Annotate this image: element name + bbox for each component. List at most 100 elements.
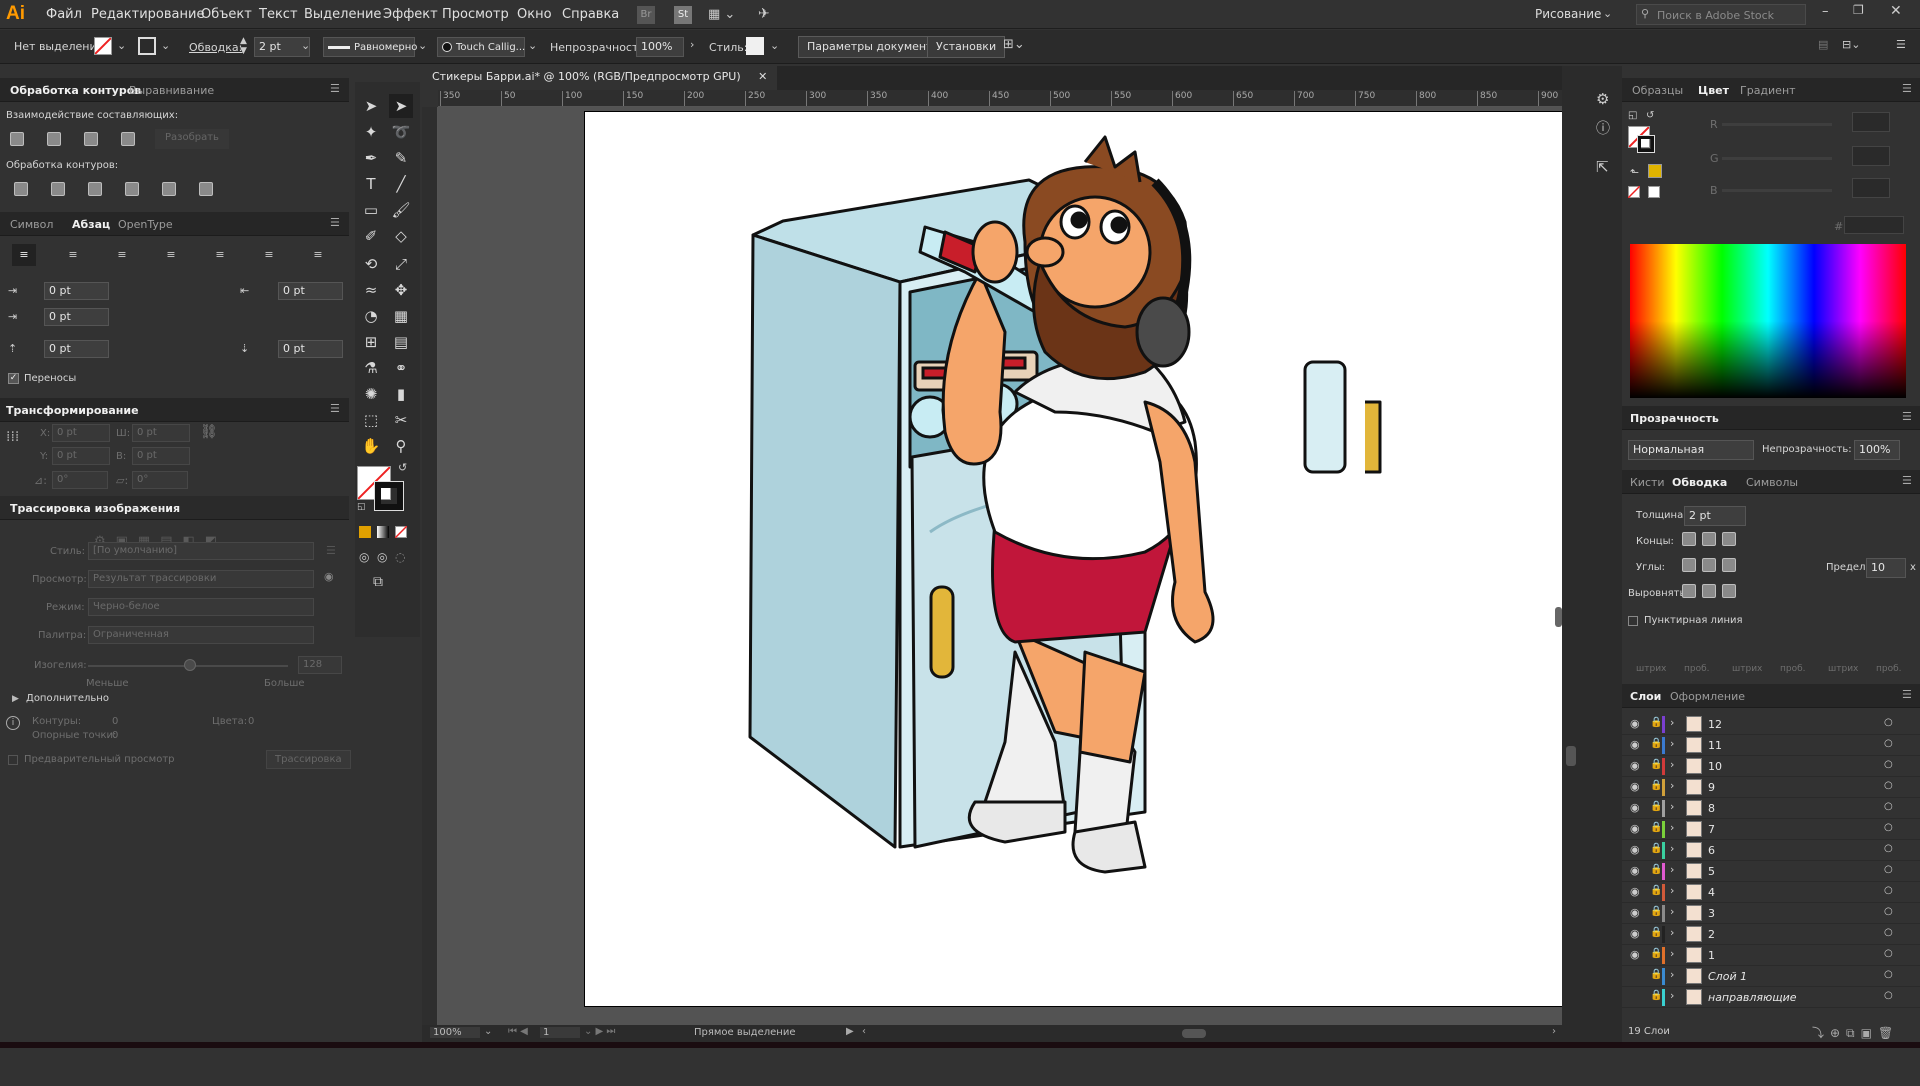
align-right-icon[interactable]: ≡ <box>110 244 134 266</box>
target-icon[interactable]: ○ <box>1884 885 1893 896</box>
chevron-right-icon[interactable]: › <box>1670 989 1674 1002</box>
blend-tool-icon[interactable]: ⚭ <box>389 356 413 380</box>
slice-tool-icon[interactable]: ✂ <box>389 408 413 432</box>
chevron-right-icon[interactable]: › <box>1670 947 1674 960</box>
layer-actions-icon[interactable]: ⤵⊕⧉▣🗑 <box>1812 1024 1899 1041</box>
first-line-indent-field[interactable]: 0 pt <box>44 308 109 326</box>
layer-row[interactable]: ◉ 🔒 › 2 ○ <box>1622 924 1920 945</box>
transform-title[interactable]: Трансформирование <box>6 404 139 417</box>
eye-icon[interactable]: ◉ <box>1630 801 1640 814</box>
layer-row[interactable]: ◉ 🔒 › 4 ○ <box>1622 882 1920 903</box>
menu-view[interactable]: Просмотр <box>442 7 509 22</box>
divide-icon[interactable] <box>14 182 28 196</box>
trace-view-select[interactable]: Результат трассировки <box>88 570 314 588</box>
trace-palette-select[interactable]: Ограниченная <box>88 626 314 644</box>
scroll-right-icon[interactable]: › <box>1552 1026 1556 1037</box>
graphic-style-swatch[interactable] <box>746 37 764 55</box>
gamut-swatch[interactable] <box>1648 164 1662 178</box>
crop-icon[interactable] <box>125 182 139 196</box>
tab-gradient[interactable]: Градиент <box>1740 84 1796 97</box>
minus-front-icon[interactable] <box>47 132 61 146</box>
document-tab[interactable]: Стикеры Барри.ai* @ 100% (RGB/Предпросмо… <box>422 66 778 90</box>
h-field[interactable]: 0 pt <box>132 447 190 465</box>
chevron-down-icon[interactable]: ⌄ <box>484 1026 492 1037</box>
stroke-swatch[interactable] <box>138 37 156 55</box>
layer-name[interactable]: 6 <box>1708 844 1715 857</box>
line-tool-icon[interactable]: ╱ <box>389 172 413 196</box>
unite-icon[interactable] <box>10 132 24 146</box>
panel-menu-icon[interactable]: ☰ <box>1902 474 1912 487</box>
isolate-icon[interactable]: ⊟⌄ <box>1842 38 1860 51</box>
expand-button[interactable]: Разобрать <box>155 129 229 149</box>
trace-advanced[interactable]: Дополнительно <box>26 693 109 704</box>
lock-icon[interactable]: 🔒 <box>1650 885 1662 896</box>
fill-swatch[interactable] <box>94 37 112 55</box>
target-icon[interactable]: ○ <box>1884 801 1893 812</box>
stroke-profile[interactable]: Равномерно <box>323 37 417 57</box>
draw-normal-icon[interactable]: ◎ <box>359 550 369 564</box>
align-center-icon[interactable]: ≡ <box>61 244 85 266</box>
lasso-icon[interactable]: ➰ <box>389 120 413 144</box>
intersect-icon[interactable] <box>84 132 98 146</box>
menu-window[interactable]: Окно <box>517 7 552 22</box>
layer-row[interactable]: ◉ 🔒 › 10 ○ <box>1622 756 1920 777</box>
white-swatch[interactable] <box>1648 186 1660 198</box>
target-icon[interactable]: ○ <box>1884 759 1893 770</box>
weight-field[interactable]: 2 pt <box>1684 506 1746 526</box>
w-field[interactable]: 0 pt <box>132 424 190 442</box>
target-icon[interactable]: ○ <box>1884 990 1893 1001</box>
type-tool-icon[interactable]: T <box>359 172 383 196</box>
threshold-slider-thumb[interactable] <box>184 659 196 671</box>
close-icon[interactable]: ✕ <box>1890 3 1902 19</box>
left-indent-field[interactable]: 0 pt <box>44 282 109 300</box>
draw-behind-icon[interactable]: ◎ <box>377 550 387 564</box>
chevron-down-icon[interactable]: ⌄ <box>161 39 170 52</box>
align-left-icon[interactable]: ≡ <box>12 244 36 266</box>
default-colors-icon[interactable]: ◱ <box>1628 110 1637 121</box>
projecting-cap-icon[interactable] <box>1722 532 1736 546</box>
lock-icon[interactable]: 🔒 <box>1650 759 1662 770</box>
magic-wand-icon[interactable]: ✦ <box>359 120 383 144</box>
g-slider[interactable] <box>1722 157 1832 160</box>
curvature-tool-icon[interactable]: ✎ <box>389 146 413 170</box>
minimize-icon[interactable]: – <box>1822 4 1829 19</box>
eye-icon[interactable]: ◉ <box>1630 717 1640 730</box>
layer-row[interactable]: ◉ 🔒 › 8 ○ <box>1622 798 1920 819</box>
mesh-tool-icon[interactable]: ⊞ <box>359 330 383 354</box>
tab-swatches[interactable]: Образцы <box>1632 84 1683 97</box>
color-mode-icon[interactable] <box>359 526 371 538</box>
eye-icon[interactable]: ◉ <box>1630 948 1640 961</box>
lock-icon[interactable]: 🔒 <box>1650 717 1662 728</box>
x-field[interactable]: 0 pt <box>52 424 110 442</box>
limit-field[interactable]: 10 <box>1866 558 1906 578</box>
artboard-nav-first-icon[interactable]: ⏮ ◀ <box>508 1026 528 1037</box>
right-indent-field[interactable]: 0 pt <box>278 282 343 300</box>
panel-menu-icon[interactable]: ☰ <box>1902 688 1912 701</box>
layer-row[interactable]: ◉ 🔒 › 6 ○ <box>1622 840 1920 861</box>
preview-checkbox[interactable] <box>8 755 18 765</box>
chevron-right-icon[interactable]: › <box>1670 968 1674 981</box>
chevron-right-icon[interactable]: › <box>1670 905 1674 918</box>
eye-icon[interactable]: ◉ <box>1630 885 1640 898</box>
tab-character[interactable]: Символ <box>10 218 53 231</box>
gradient-tool-icon[interactable]: ▤ <box>389 330 413 354</box>
dashed-checkbox[interactable] <box>1628 616 1638 626</box>
transparency-opacity-field[interactable]: 100% <box>1854 440 1900 460</box>
blend-mode-select[interactable]: Нормальная <box>1628 440 1754 460</box>
chevron-right-icon[interactable]: › <box>1670 800 1674 813</box>
trace-button[interactable]: Трассировка <box>266 750 351 769</box>
chevron-right-icon[interactable]: › <box>1670 842 1674 855</box>
swap-icon[interactable]: ↺ <box>1646 110 1654 121</box>
artboard-number[interactable]: 1 <box>540 1027 580 1038</box>
vertical-scrollbar[interactable] <box>1555 607 1562 627</box>
menu-help[interactable]: Справка <box>562 7 619 22</box>
constrain-icon[interactable]: ⛓ <box>200 424 218 440</box>
eye-icon[interactable]: ◉ <box>1630 780 1640 793</box>
target-icon[interactable]: ○ <box>1884 717 1893 728</box>
align-inside-stroke-icon[interactable] <box>1702 584 1716 598</box>
target-icon[interactable]: ○ <box>1884 864 1893 875</box>
canvas[interactable] <box>438 107 1562 1025</box>
none-swatch[interactable] <box>1628 186 1640 198</box>
layer-row[interactable]: ◉ 🔒 › 5 ○ <box>1622 861 1920 882</box>
tab-stroke[interactable]: Обводка <box>1672 476 1727 489</box>
